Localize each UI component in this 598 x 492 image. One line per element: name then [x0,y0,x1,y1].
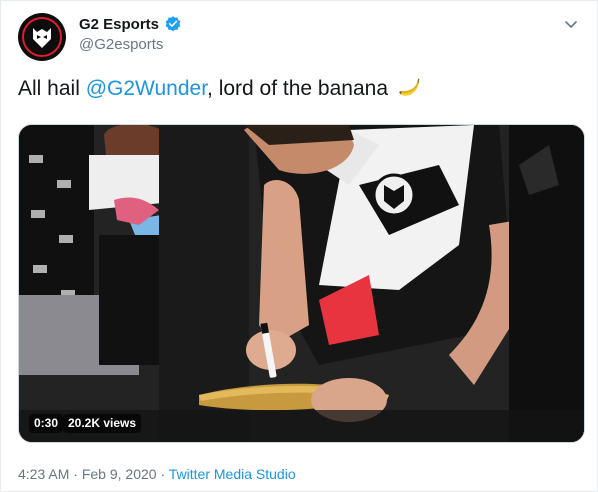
avatar-ring [22,17,62,57]
video-player[interactable]: 0:30 20.2K views [18,124,585,443]
mention-link[interactable]: @G2Wunder [86,77,207,100]
video-duration-badge: 0:30 [29,414,64,433]
display-name[interactable]: G2 Esports [79,16,159,33]
tweet-text: All hail @G2Wunder, lord of the banana [18,75,422,103]
avatar[interactable] [18,13,66,61]
verified-badge-icon [165,16,181,32]
tweet-date[interactable]: Feb 9, 2020 [82,466,157,482]
banana-icon [398,78,420,96]
video-views-badge: 20.2K views [63,414,142,433]
chevron-down-icon[interactable] [562,15,580,33]
meta-separator: · [156,466,169,482]
name-row[interactable]: G2 Esports [79,15,182,33]
tweet-text-after: , lord of the banana [207,77,389,100]
handle[interactable]: @G2esports [79,36,163,53]
meta-separator: · [69,466,82,482]
tweet-time[interactable]: 4:23 AM [18,466,69,482]
video-thumbnail [19,125,584,442]
tweet-card[interactable]: G2 Esports @G2esports All hail @G2Wunder… [0,0,598,492]
tweet-source-link[interactable]: Twitter Media Studio [169,466,296,482]
tweet-text-before: All hail [18,77,86,100]
tweet-metadata: 4:23 AM · Feb 9, 2020 · Twitter Media St… [18,466,296,482]
